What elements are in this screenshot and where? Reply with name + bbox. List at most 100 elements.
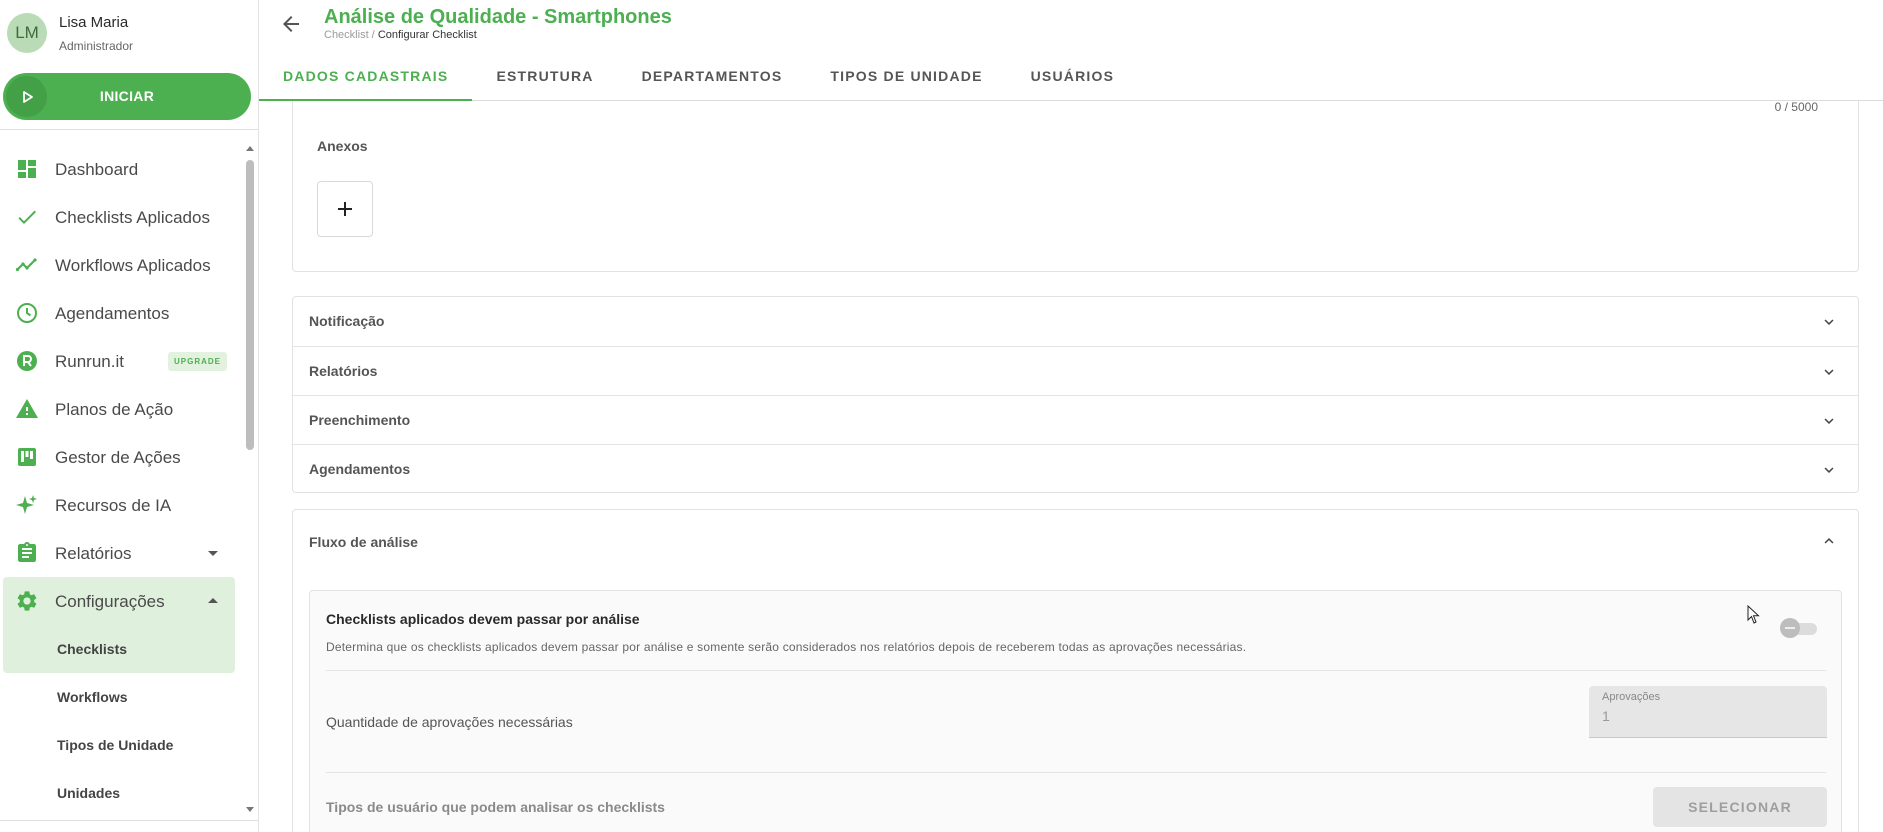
accordion-label: Relatórios <box>309 363 378 379</box>
avatar: LM <box>7 13 47 53</box>
sidebar: LM Lisa Maria Administrador INICIAR Dash… <box>0 0 259 832</box>
divider <box>326 772 1826 773</box>
sidebar-item-recursos-de-ia[interactable]: Recursos de IA <box>3 481 235 529</box>
sidebar-nav: Dashboard Checklists Aplicados Workflows… <box>0 140 240 816</box>
breadcrumb-current: Configurar Checklist <box>377 29 477 41</box>
plus-icon <box>338 202 352 216</box>
runrunit-logo-icon <box>17 351 37 371</box>
scroll-content: 0 / 5000 Anexos Notificação Relatórios P… <box>259 101 1883 832</box>
sparkle-icon <box>16 495 37 514</box>
analysis-toggle[interactable] <box>1780 618 1818 638</box>
sidebar-item-planos-de-acao[interactable]: Planos de Ação <box>3 385 235 433</box>
divider <box>326 670 1826 671</box>
accordion-preenchimento[interactable]: Preenchimento <box>293 395 1858 444</box>
user-role: Administrador <box>59 39 134 53</box>
sidebar-item-label: Recursos de IA <box>55 496 172 515</box>
approvals-field[interactable]: Aprovações <box>1589 686 1827 738</box>
sidebar-scrollbar[interactable] <box>243 140 257 820</box>
kanban-icon <box>18 448 36 466</box>
sidebar-subitem-label: Workflows <box>57 689 128 705</box>
trending-icon <box>15 258 37 272</box>
analysis-rule-card: Checklists aplicados devem passar por an… <box>309 590 1842 832</box>
sidebar-item-label: Gestor de Ações <box>55 448 181 467</box>
accordion-notificacao[interactable]: Notificação <box>293 297 1858 346</box>
check-icon <box>18 210 36 224</box>
scroll-down-arrow-icon[interactable] <box>246 806 254 814</box>
analysis-flow-title[interactable]: Fluxo de análise <box>309 534 418 550</box>
sidebar-divider <box>0 129 259 130</box>
toggle-thumb <box>1780 618 1800 638</box>
caret-up-icon <box>208 598 218 603</box>
analysis-rule-description: Determina que os checklists aplicados de… <box>326 640 1247 654</box>
sidebar-bottom-divider <box>0 820 259 821</box>
app-root: LM Lisa Maria Administrador INICIAR Dash… <box>0 0 1883 832</box>
sidebar-item-configuracoes[interactable]: Configurações <box>3 577 235 625</box>
approvals-quantity-label: Quantidade de aprovações necessárias <box>326 714 573 730</box>
breadcrumb-parent[interactable]: Checklist / <box>324 29 375 41</box>
accordion-label: Notificação <box>309 313 385 329</box>
description-char-counter: 0 / 5000 <box>1774 101 1818 114</box>
tab-departamentos[interactable]: DEPARTAMENTOS <box>618 52 807 100</box>
page-title: Análise de Qualidade - Smartphones <box>324 6 672 28</box>
upgrade-badge[interactable]: UPGRADE <box>168 352 228 371</box>
clock-icon <box>17 303 37 323</box>
breadcrumb: Checklist / Configurar Checklist <box>324 29 477 41</box>
tab-estrutura[interactable]: ESTRUTURA <box>472 52 617 100</box>
scroll-up-arrow-icon[interactable] <box>246 144 254 152</box>
sidebar-item-gestor-de-acoes[interactable]: Gestor de Ações <box>3 433 235 481</box>
sidebar-item-relatorios[interactable]: Relatórios <box>3 529 235 577</box>
tab-bar: DADOS CADASTRAIS ESTRUTURA DEPARTAMENTOS… <box>259 52 1139 101</box>
user-name: Lisa Maria <box>59 14 129 31</box>
sidebar-subitem-checklists[interactable]: Checklists <box>3 625 235 673</box>
accordion-relatorios[interactable]: Relatórios <box>293 346 1858 395</box>
settings-accordion: Notificação Relatórios Preenchimento Age… <box>292 296 1859 493</box>
sidebar-item-checklists-aplicados[interactable]: Checklists Aplicados <box>3 193 235 241</box>
sidebar-item-label: Runrun.it <box>55 352 124 371</box>
chevron-down-icon <box>1824 369 1834 375</box>
tab-dados-cadastrais[interactable]: DADOS CADASTRAIS <box>259 52 473 101</box>
sidebar-item-dashboard[interactable]: Dashboard <box>3 145 235 193</box>
chevron-up-icon[interactable] <box>1820 532 1838 550</box>
sidebar-item-label: Agendamentos <box>55 304 170 323</box>
sidebar-item-label: Dashboard <box>55 160 139 179</box>
sidebar-subitem-label: Tipos de Unidade <box>57 737 174 753</box>
sidebar-item-label: Planos de Ação <box>55 400 174 419</box>
sidebar-subitem-unidades[interactable]: Unidades <box>3 769 235 816</box>
sidebar-item-agendamentos[interactable]: Agendamentos <box>3 289 235 337</box>
caret-down-icon <box>208 551 218 556</box>
add-attachment-button[interactable] <box>317 181 373 237</box>
chevron-down-icon <box>1824 319 1834 325</box>
sidebar-item-label: Relatórios <box>55 544 132 563</box>
chevron-down-icon <box>1824 467 1834 473</box>
sidebar-item-label: Workflows Aplicados <box>55 256 211 275</box>
analysis-rule-title: Checklists aplicados devem passar por an… <box>326 611 640 627</box>
scroll-thumb[interactable] <box>246 160 254 450</box>
accordion-label: Preenchimento <box>309 412 411 428</box>
gear-icon <box>17 591 37 611</box>
sidebar-item-runrunit[interactable]: Runrun.it UPGRADE <box>3 337 235 385</box>
sidebar-subitem-workflows[interactable]: Workflows <box>3 673 235 721</box>
sidebar-subitem-tipos-de-unidade[interactable]: Tipos de Unidade <box>3 721 235 769</box>
tab-usuarios[interactable]: USUÁRIOS <box>1007 52 1139 100</box>
sidebar-item-label: Configurações <box>55 592 165 611</box>
user-profile[interactable]: LM Lisa Maria Administrador <box>0 0 259 62</box>
approvals-field-label: Aprovações <box>1602 691 1661 703</box>
start-button[interactable]: INICIAR <box>3 73 251 120</box>
user-types-label: Tipos de usuário que podem analisar os c… <box>326 799 665 815</box>
page-header: Análise de Qualidade - Smartphones Check… <box>259 0 1883 101</box>
clipboard-icon <box>18 542 36 562</box>
approvals-input[interactable] <box>1602 708 1802 724</box>
sidebar-subitem-label: Checklists <box>57 641 128 657</box>
accordion-label: Agendamentos <box>309 461 411 477</box>
start-button-label: INICIAR <box>99 88 155 104</box>
analysis-flow-panel: Fluxo de análise Checklists aplicados de… <box>292 509 1859 832</box>
tab-tipos-de-unidade[interactable]: TIPOS DE UNIDADE <box>806 52 1006 100</box>
warning-icon <box>16 399 38 418</box>
main-content: Análise de Qualidade - Smartphones Check… <box>259 0 1883 832</box>
accordion-agendamentos[interactable]: Agendamentos <box>293 444 1858 493</box>
back-arrow-icon[interactable] <box>279 12 303 36</box>
attachments-title: Anexos <box>317 138 368 154</box>
dashboard-icon <box>18 160 36 178</box>
sidebar-item-workflows-aplicados[interactable]: Workflows Aplicados <box>3 241 235 289</box>
select-user-types-button[interactable]: SELECIONAR <box>1653 787 1827 827</box>
